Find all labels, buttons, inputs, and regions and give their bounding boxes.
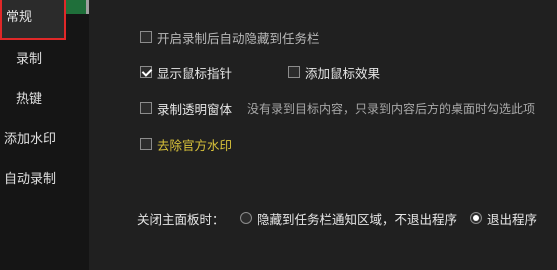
sidebar-item-general[interactable]: 常规 xyxy=(0,0,66,40)
transparent-hint-text: 没有录到目标内容，只录到内容后方的桌面时勾选此项 xyxy=(247,101,536,116)
exit-program-radio[interactable] xyxy=(470,212,482,224)
hide-to-taskbar-checkbox[interactable] xyxy=(140,31,152,43)
transparent-window-hint: 没有录到目标内容，只录到内容后方的桌面时勾选此项 xyxy=(247,99,535,117)
show-cursor-checkbox[interactable] xyxy=(140,66,152,78)
transparent-window-checkbox[interactable] xyxy=(140,102,152,114)
sidebar-item-hotkeys[interactable]: 热键 xyxy=(0,80,89,120)
exit-program-label: 退出程序 xyxy=(487,211,538,227)
remove-watermark-option[interactable]: 去除官方水印 xyxy=(140,135,232,153)
hide-to-tray-radio[interactable] xyxy=(240,212,252,224)
remove-watermark-label: 去除官方水印 xyxy=(157,137,233,153)
cursor-effect-label: 添加鼠标效果 xyxy=(305,65,381,81)
sidebar-item-auto-record[interactable]: 自动录制 xyxy=(0,160,89,200)
hide-to-tray-label: 隐藏到任务栏通知区域，不退出程序 xyxy=(257,211,458,227)
transparent-window-label: 录制透明窗体 xyxy=(157,101,233,117)
show-cursor-label: 显示鼠标指针 xyxy=(157,65,233,81)
close-option-hide[interactable]: 隐藏到任务栏通知区域，不退出程序 xyxy=(240,209,457,227)
close-panel-setting: 关闭主面板时： xyxy=(137,209,225,227)
cursor-effect-checkbox[interactable] xyxy=(288,66,300,78)
close-panel-label: 关闭主面板时： xyxy=(137,211,225,227)
sidebar-item-watermark[interactable]: 添加水印 xyxy=(0,120,89,160)
cursor-effect-option[interactable]: 添加鼠标效果 xyxy=(288,63,380,81)
remove-watermark-checkbox[interactable] xyxy=(140,138,152,150)
hide-to-taskbar-option[interactable]: 开启录制后自动隐藏到任务栏 xyxy=(140,28,320,46)
hide-to-taskbar-label: 开启录制后自动隐藏到任务栏 xyxy=(157,30,320,46)
sidebar-item-record[interactable]: 录制 xyxy=(0,40,89,80)
general-settings-panel: 开启录制后自动隐藏到任务栏 显示鼠标指针 添加鼠标效果 录制透明窗体 没有录到目… xyxy=(89,0,557,270)
transparent-window-option[interactable]: 录制透明窗体 xyxy=(140,99,232,117)
close-option-exit[interactable]: 退出程序 xyxy=(470,209,537,227)
show-cursor-option[interactable]: 显示鼠标指针 xyxy=(140,63,232,81)
settings-sidebar: 常规 录制 热键 添加水印 自动录制 xyxy=(0,0,120,270)
